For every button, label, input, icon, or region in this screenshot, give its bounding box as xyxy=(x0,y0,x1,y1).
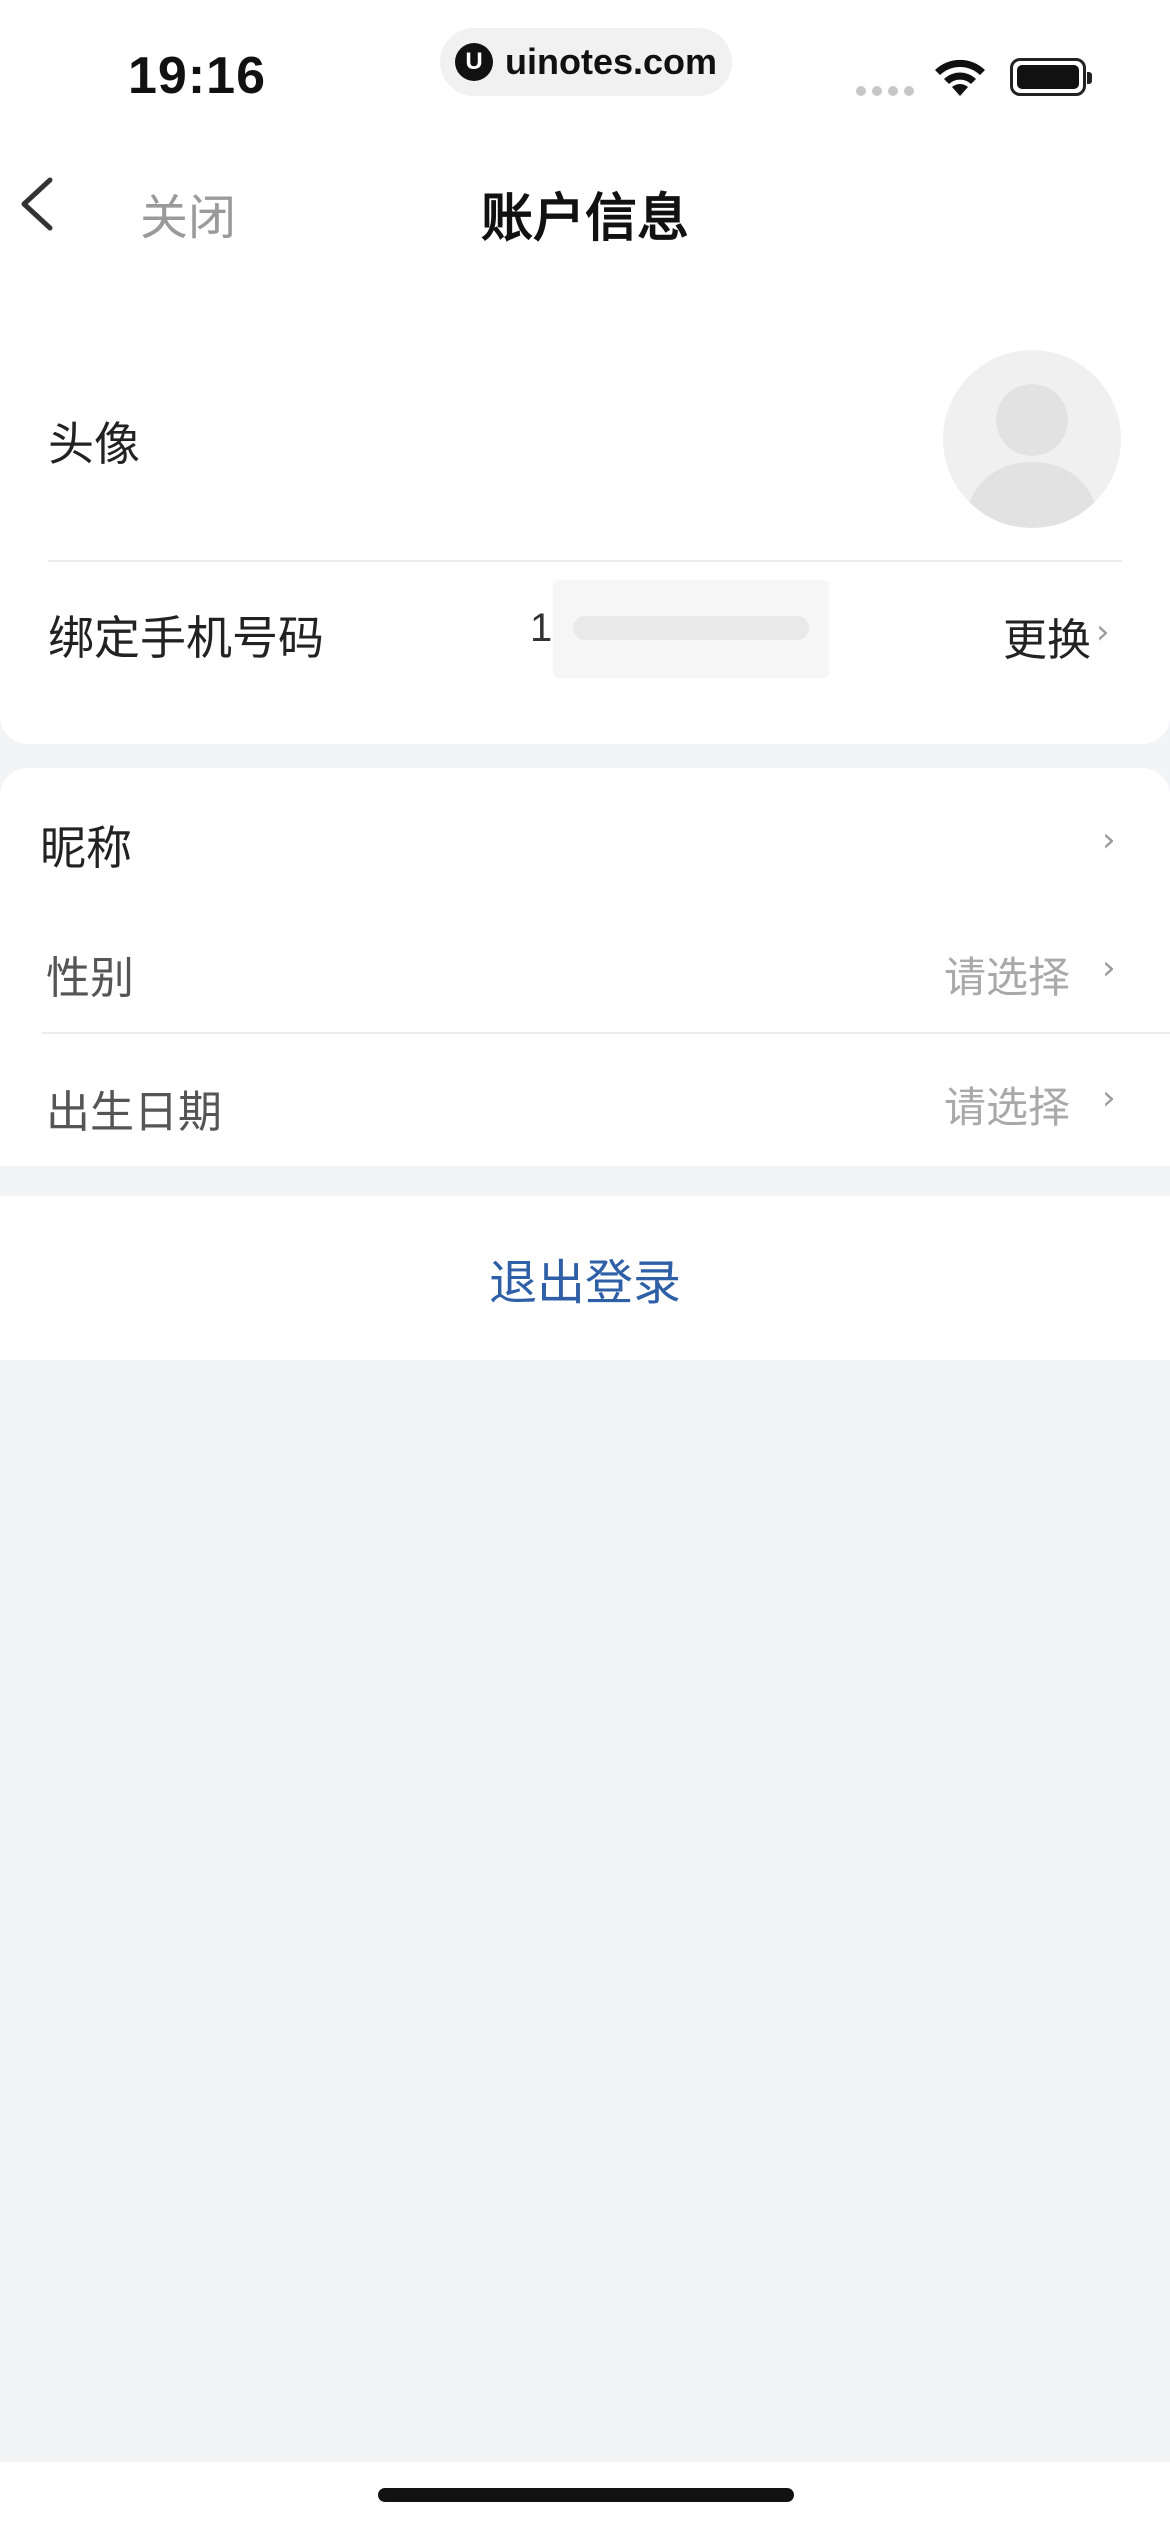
phone-row[interactable]: 绑定手机号码 1 更换 › xyxy=(0,562,1170,712)
battery-icon xyxy=(1010,58,1092,96)
chevron-right-icon: › xyxy=(1102,948,1116,988)
status-time: 19:16 xyxy=(128,47,266,105)
gender-placeholder: 请选择 xyxy=(944,953,1071,1002)
home-indicator[interactable] xyxy=(378,2488,794,2502)
cellular-signal-icon xyxy=(856,86,914,96)
birthday-row[interactable]: 出生日期 请选择 › xyxy=(0,1034,1170,1166)
phone-number-value: 1 xyxy=(530,606,553,650)
birthday-label: 出生日期 xyxy=(46,1087,222,1138)
gender-row[interactable]: 性别 请选择 › xyxy=(0,904,1170,1032)
site-logo-icon: U xyxy=(454,43,493,81)
birthday-placeholder: 请选择 xyxy=(944,1083,1071,1132)
avatar-label: 头像 xyxy=(48,417,140,471)
chevron-right-icon: › xyxy=(1102,1078,1116,1118)
logout-button[interactable]: 退出登录 xyxy=(489,1243,681,1313)
page-title: 账户信息 xyxy=(480,189,689,249)
gender-label: 性别 xyxy=(46,953,134,1004)
avatar[interactable] xyxy=(943,350,1121,528)
default-avatar-icon xyxy=(963,384,1101,528)
chevron-right-icon: › xyxy=(1102,820,1116,860)
account-info-screen: 19:16 U uinotes.com 关闭 账户信息 头像 绑定手机号码 1 … xyxy=(0,0,1170,2532)
profile-card: 昵称 › 性别 请选择 › 出生日期 请选择 › xyxy=(0,768,1170,1166)
phone-label: 绑定手机号码 xyxy=(48,611,324,665)
url-text: uinotes.com xyxy=(504,41,718,82)
nickname-row[interactable]: 昵称 › xyxy=(0,768,1170,904)
account-card: 头像 绑定手机号码 1 更换 › xyxy=(0,290,1170,744)
logout-card: 退出登录 xyxy=(0,1196,1170,1360)
chevron-right-icon: › xyxy=(1096,612,1110,652)
avatar-row[interactable]: 头像 xyxy=(0,290,1170,562)
url-pill[interactable]: U uinotes.com xyxy=(440,28,732,96)
header-area: 19:16 U uinotes.com 关闭 账户信息 xyxy=(0,0,1170,290)
wifi-icon xyxy=(935,59,985,96)
nickname-label: 昵称 xyxy=(40,821,132,875)
change-phone-button[interactable]: 更换 xyxy=(1003,604,1091,668)
phone-number-redacted xyxy=(553,580,829,678)
